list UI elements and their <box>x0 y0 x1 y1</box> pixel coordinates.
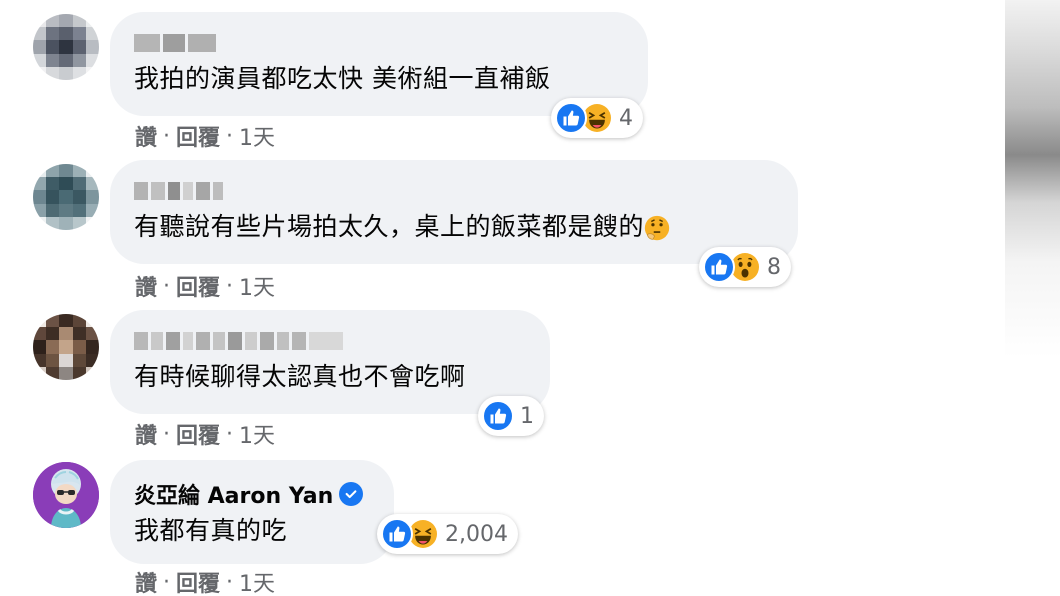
comment-text-content: 有聽說有些片場拍太久，桌上的飯菜都是餿的 <box>134 212 645 241</box>
reaction-summary[interactable]: 8 <box>699 247 791 287</box>
separator: · <box>163 569 171 595</box>
separator: · <box>163 123 171 149</box>
reaction-summary[interactable]: 1 <box>478 396 544 436</box>
reply-link[interactable]: 回覆 <box>176 120 220 152</box>
separator: · <box>163 421 171 447</box>
reaction-count: 8 <box>767 254 781 280</box>
reaction-count: 4 <box>619 105 633 131</box>
author-name-blurred[interactable] <box>134 180 774 202</box>
comment-bubble: 有時候聊得太認真也不會吃啊 <box>110 310 550 414</box>
like-icon <box>555 102 587 134</box>
reply-link[interactable]: 回覆 <box>176 418 220 450</box>
avatar[interactable] <box>33 314 99 380</box>
author-line: 炎亞綸 Aaron Yan <box>134 478 370 510</box>
comment-text: 有時候聊得太認真也不會吃啊 <box>134 362 466 391</box>
avatar[interactable] <box>33 462 99 528</box>
author-name-blurred[interactable] <box>134 32 624 54</box>
comment-text: 有聽說有些片場拍太久，桌上的飯菜都是餿的 <box>134 210 774 244</box>
like-icon <box>381 518 413 550</box>
author-name[interactable]: 炎亞綸 Aaron Yan <box>134 478 333 510</box>
author-name-blurred[interactable] <box>134 330 526 352</box>
thinking-emoji-icon <box>644 215 670 241</box>
separator: · <box>226 421 234 447</box>
like-link[interactable]: 讚 <box>135 120 157 152</box>
comment-actions: 讚 · 回覆 · 1天 <box>135 566 275 596</box>
avatar[interactable] <box>33 164 99 230</box>
verified-badge-icon <box>339 482 364 506</box>
avatar[interactable] <box>33 14 99 80</box>
reaction-count: 1 <box>520 403 534 429</box>
like-link[interactable]: 讚 <box>135 270 157 302</box>
reaction-summary[interactable]: 2,004 <box>377 514 518 554</box>
reaction-count: 2,004 <box>445 521 508 547</box>
timestamp[interactable]: 1天 <box>239 120 275 152</box>
like-link[interactable]: 讚 <box>135 418 157 450</box>
reaction-summary[interactable]: 4 <box>551 98 643 138</box>
reply-link[interactable]: 回覆 <box>176 566 220 596</box>
comment-actions: 讚 · 回覆 · 1天 <box>135 120 275 152</box>
timestamp[interactable]: 1天 <box>239 566 275 596</box>
timestamp[interactable]: 1天 <box>239 270 275 302</box>
like-icon <box>482 400 514 432</box>
comment-actions: 讚 · 回覆 · 1天 <box>135 418 275 450</box>
like-icon <box>703 251 735 283</box>
comment-bubble: 炎亞綸 Aaron Yan 我都有真的吃 <box>110 460 394 564</box>
separator: · <box>226 569 234 595</box>
separator: · <box>226 123 234 149</box>
separator: · <box>163 273 171 299</box>
reply-link[interactable]: 回覆 <box>176 270 220 302</box>
comment-text: 我拍的演員都吃太快 美術組一直補飯 <box>134 64 551 93</box>
separator: · <box>226 273 234 299</box>
comment-bubble: 有聽說有些片場拍太久，桌上的飯菜都是餿的 <box>110 160 798 264</box>
comment-text: 我都有真的吃 <box>134 516 288 545</box>
comment-actions: 讚 · 回覆 · 1天 <box>135 270 275 302</box>
like-link[interactable]: 讚 <box>135 566 157 596</box>
timestamp[interactable]: 1天 <box>239 418 275 450</box>
background-image-strip <box>1005 0 1060 596</box>
